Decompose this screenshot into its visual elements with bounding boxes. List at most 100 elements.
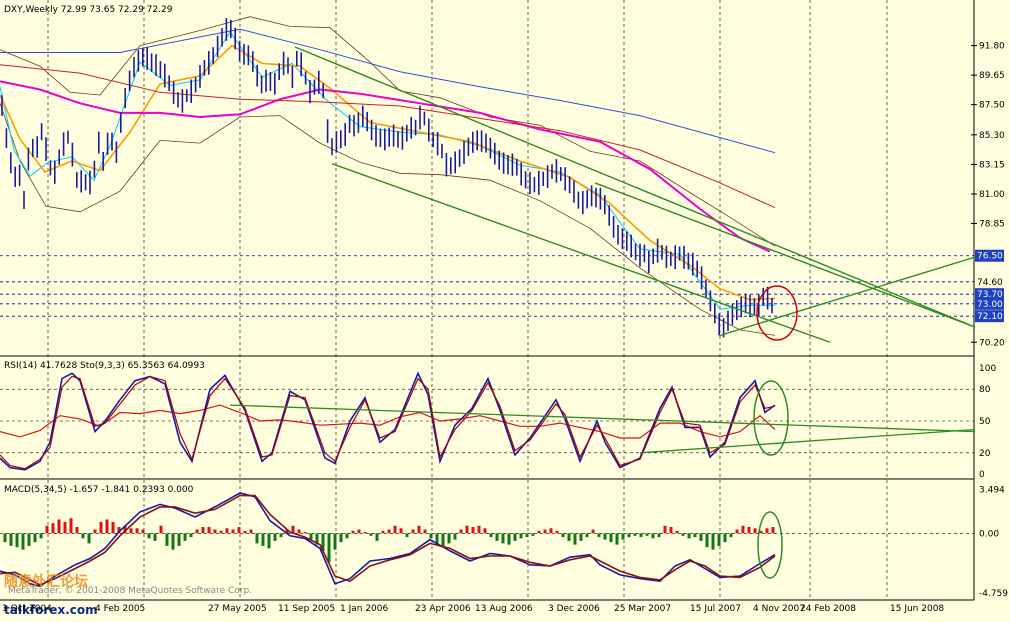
macd-histogram-bar xyxy=(681,533,685,536)
macd-histogram-bar xyxy=(573,533,577,545)
macd-histogram-bar xyxy=(687,533,691,539)
macd-histogram-bar xyxy=(753,528,757,534)
price-axis-label: 85.30 xyxy=(979,131,1005,141)
time-axis-label: 1 Jan 2006 xyxy=(340,604,388,614)
macd-histogram-bar xyxy=(477,525,481,534)
macd-histogram-bar xyxy=(375,533,379,541)
macd-histogram-bar xyxy=(561,533,565,538)
macd-histogram-bar xyxy=(483,528,487,534)
macd-histogram-bar xyxy=(183,533,187,541)
macd-histogram-bar xyxy=(309,533,313,540)
forum-logo: 随意外汇论坛 xyxy=(4,573,88,590)
macd-histogram-bar xyxy=(207,527,211,534)
macd-histogram-bar xyxy=(549,528,553,534)
macd-histogram-bar xyxy=(729,533,733,538)
macd-histogram-bar xyxy=(525,533,529,538)
macd-histogram-bar xyxy=(741,525,745,534)
time-axis-label: 25 Mar 2007 xyxy=(614,604,671,614)
macd-histogram-bar xyxy=(759,530,763,534)
macd-histogram-bar xyxy=(453,533,457,540)
macd-histogram-bar xyxy=(501,533,505,544)
macd-histogram-bar xyxy=(423,529,427,534)
macd-histogram-bar xyxy=(747,527,751,534)
macd-histogram-bar xyxy=(735,529,739,534)
macd-histogram-bar xyxy=(21,533,25,550)
chart-background xyxy=(0,0,1010,618)
macd-histogram-bar xyxy=(645,533,649,536)
macd-histogram-bar xyxy=(9,533,13,546)
macd-histogram-bar xyxy=(141,529,145,534)
macd-histogram-bar xyxy=(399,528,403,534)
macd-histogram-bar xyxy=(699,533,703,541)
macd-histogram-bar xyxy=(489,533,493,538)
macd-histogram-bar xyxy=(297,529,301,534)
macd-histogram-bar xyxy=(555,530,559,534)
time-axis-label: 13 Aug 2006 xyxy=(475,604,533,614)
macd-histogram-bar xyxy=(705,533,709,548)
macd-histogram-bar xyxy=(93,529,97,534)
time-axis-label: 3 Dec 2006 xyxy=(548,604,600,614)
macd-histogram-bar xyxy=(75,527,79,534)
macd-histogram-bar xyxy=(585,533,589,538)
level-label: 76.50 xyxy=(977,252,1003,262)
time-axis-label: 15 Jun 2008 xyxy=(890,604,944,614)
macd-histogram-bar xyxy=(597,533,601,538)
macd-histogram-bar xyxy=(621,533,625,540)
macd-axis-label: 0.00 xyxy=(979,529,999,539)
macd-histogram-bar xyxy=(261,533,265,546)
macd-histogram-bar xyxy=(51,523,55,534)
time-axis-label: 11 Sep 2005 xyxy=(278,604,335,614)
macd-histogram-bar xyxy=(441,533,445,548)
macd-histogram-bar xyxy=(513,533,517,541)
macd-histogram-bar xyxy=(159,525,163,534)
macd-histogram-bar xyxy=(225,528,229,534)
macd-histogram-bar xyxy=(33,533,37,543)
macd-histogram-bar xyxy=(717,533,721,546)
time-axis-label: 4 Feb 2005 xyxy=(95,604,145,614)
macd-histogram-bar xyxy=(351,530,355,534)
rsi-axis-label: 50 xyxy=(979,417,991,427)
rsi-header: RSI(14) 41.7628 Sto(9,3,3) 65.3563 64.09… xyxy=(4,361,205,371)
macd-histogram-bar xyxy=(603,533,607,540)
macd-axis-label: -4.759 xyxy=(979,589,1008,599)
macd-histogram-bar xyxy=(153,533,157,541)
macd-histogram-bar xyxy=(693,533,697,538)
macd-histogram-bar xyxy=(393,525,397,534)
macd-histogram-bar xyxy=(657,533,661,538)
macd-histogram-bar xyxy=(711,533,715,550)
macd-histogram-bar xyxy=(663,525,667,534)
macd-histogram-bar xyxy=(405,533,409,538)
macd-histogram-bar xyxy=(579,533,583,541)
macd-histogram-bar xyxy=(417,525,421,534)
macd-histogram-bar xyxy=(651,533,655,539)
macd-histogram-bar xyxy=(189,533,193,538)
macd-histogram-bar xyxy=(633,533,637,536)
time-axis-label: 23 Apr 2006 xyxy=(415,604,471,614)
macd-histogram-bar xyxy=(363,532,367,534)
rsi-axis-label: 80 xyxy=(979,385,991,395)
macd-histogram-bar xyxy=(219,530,223,534)
macd-histogram-bar xyxy=(165,533,169,546)
macd-histogram-bar xyxy=(447,533,451,544)
macd-histogram-bar xyxy=(63,521,67,534)
time-axis-label: 24 Feb 2008 xyxy=(800,604,856,614)
macd-histogram-bar xyxy=(3,533,7,543)
macd-histogram-bar xyxy=(69,518,73,534)
macd-histogram-bar xyxy=(543,529,547,534)
macd-histogram-bar xyxy=(765,528,769,534)
rsi-axis-label: 0 xyxy=(979,470,985,480)
level-label: 73.00 xyxy=(977,300,1003,310)
macd-histogram-bar xyxy=(591,529,595,534)
macd-histogram-bar xyxy=(111,521,115,534)
main-header: DXY,Weekly 72.99 73.65 72.29 72.29 xyxy=(4,5,173,15)
macd-histogram-bar xyxy=(135,528,139,534)
price-axis-label: 91.80 xyxy=(979,42,1005,52)
price-axis-label: 89.65 xyxy=(979,71,1005,81)
macd-histogram-bar xyxy=(147,533,151,539)
macd-histogram-bar xyxy=(27,533,31,546)
macd-histogram-bar xyxy=(213,529,217,534)
macd-histogram-bar xyxy=(279,533,283,538)
macd-histogram-bar xyxy=(273,533,277,541)
macd-histogram-bar xyxy=(243,530,247,534)
rsi-axis-label: 100 xyxy=(979,364,996,374)
